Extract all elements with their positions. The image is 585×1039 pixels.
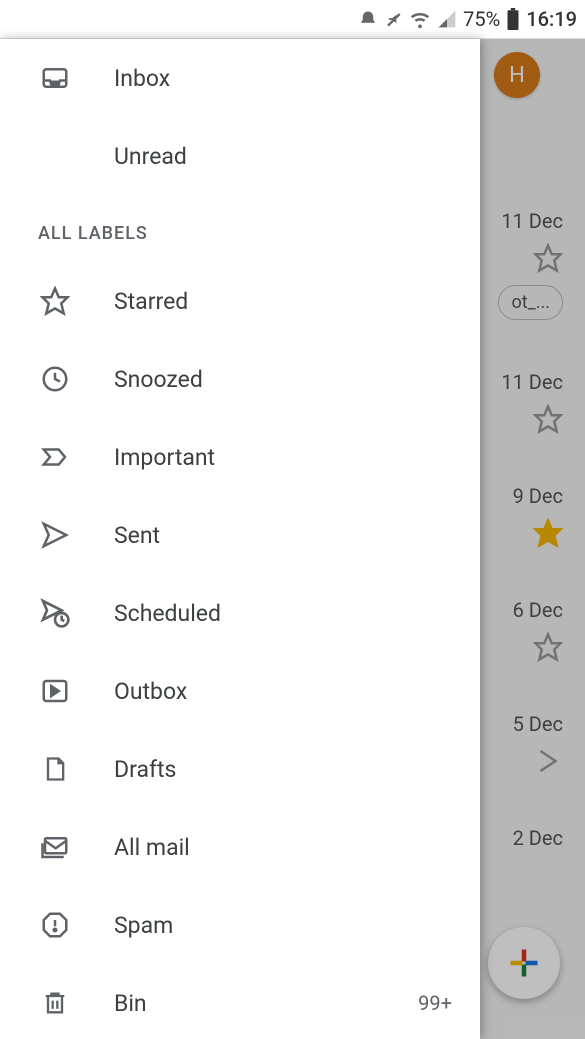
section-header: ALL LABELS <box>0 195 480 262</box>
allmail-icon <box>38 830 72 864</box>
clock: 16:19 <box>526 7 577 31</box>
sidebar-item-bin[interactable]: Bin 99+ <box>0 964 480 1039</box>
item-count: 99+ <box>418 991 452 1015</box>
sidebar-item-sent[interactable]: Sent <box>0 496 480 574</box>
sidebar-item-label: Spam <box>114 912 452 939</box>
sidebar-item-label: Sent <box>114 522 452 549</box>
mute-icon <box>383 9 403 29</box>
status-bar: 75% 16:19 <box>0 0 585 38</box>
clock-icon <box>38 362 72 396</box>
spam-icon <box>38 908 72 942</box>
sidebar-item-important[interactable]: Important <box>0 418 480 496</box>
sidebar-item-label: Unread <box>114 143 452 170</box>
sidebar-item-label: Important <box>114 444 452 471</box>
sidebar-item-label: Snoozed <box>114 366 452 393</box>
sidebar-item-label: Starred <box>114 288 452 315</box>
sidebar-item-label: Outbox <box>114 678 452 705</box>
battery-percent: 75% <box>463 7 500 31</box>
file-icon <box>38 752 72 786</box>
sidebar-item-outbox[interactable]: Outbox <box>0 652 480 730</box>
sidebar-item-label: Drafts <box>114 756 452 783</box>
navigation-drawer: Inbox Unread ALL LABELS Starred Snoozed … <box>0 39 480 1039</box>
important-icon <box>38 440 72 474</box>
sidebar-item-label: Inbox <box>114 65 452 92</box>
sidebar-item-starred[interactable]: Starred <box>0 262 480 340</box>
signal-icon <box>437 9 457 29</box>
star-icon <box>38 284 72 318</box>
sidebar-item-inbox[interactable]: Inbox <box>0 39 480 117</box>
sent-icon <box>38 518 72 552</box>
sidebar-item-snoozed[interactable]: Snoozed <box>0 340 480 418</box>
sidebar-item-allmail[interactable]: All mail <box>0 808 480 886</box>
sidebar-item-drafts[interactable]: Drafts <box>0 730 480 808</box>
scheduled-icon <box>38 596 72 630</box>
sidebar-item-label: All mail <box>114 834 452 861</box>
alarm-icon <box>359 10 377 28</box>
battery-icon <box>506 8 520 30</box>
wifi-icon <box>409 8 431 30</box>
sidebar-item-unread[interactable]: Unread <box>0 117 480 195</box>
sidebar-item-label: Bin <box>114 990 418 1017</box>
sidebar-item-spam[interactable]: Spam <box>0 886 480 964</box>
outbox-icon <box>38 674 72 708</box>
sidebar-item-scheduled[interactable]: Scheduled <box>0 574 480 652</box>
trash-icon <box>38 986 72 1020</box>
sidebar-item-label: Scheduled <box>114 600 452 627</box>
inbox-icon <box>38 61 72 95</box>
